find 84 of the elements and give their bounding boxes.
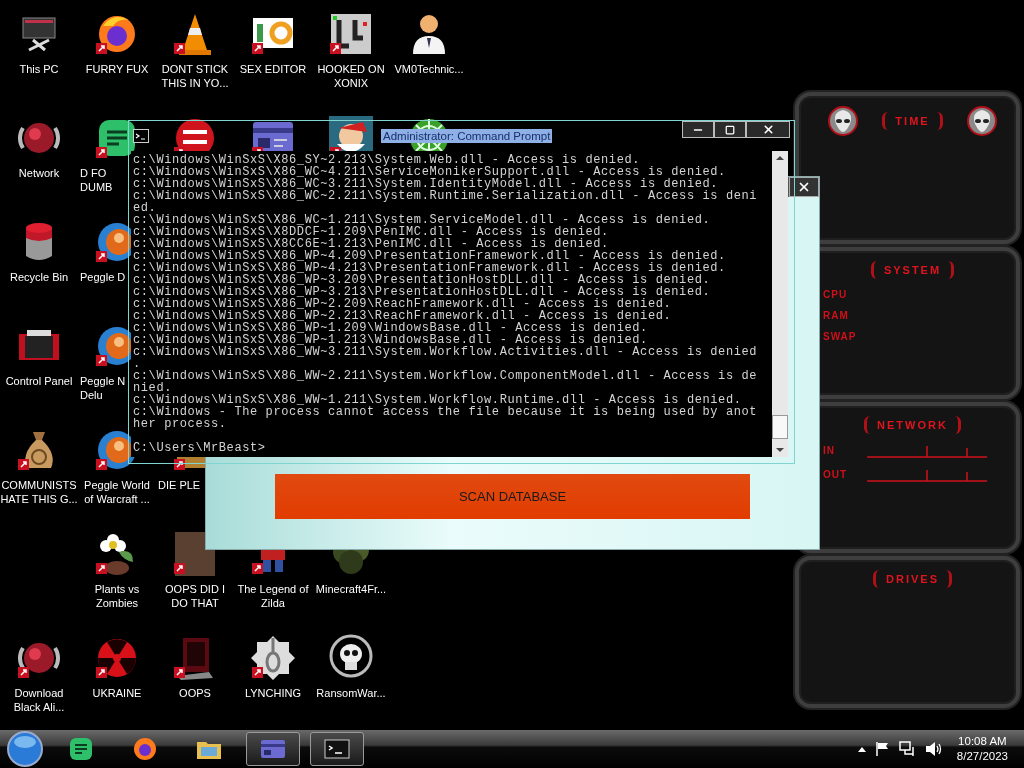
console-line: c:\Windows\WinSxS\X86_WP~2.209\ReachFramework.dll - Access is denied. — [133, 298, 673, 310]
console-line: c:\Windows\WinSxS\X8DDCF~1.209\PenIMC.dll - Access is denied. — [133, 226, 610, 238]
taskbar-button[interactable] — [310, 732, 364, 766]
console-line: c:\Windows\WinSxS\X86_SY~2.213\System.Web.dll - Access is denied. — [133, 154, 642, 166]
icon-label: Peggle D — [80, 270, 127, 284]
icon-label: Recycle Bin — [8, 270, 70, 284]
gadget-label: OUT — [823, 469, 849, 480]
alien-head-icon — [966, 106, 997, 136]
scan-button[interactable]: SCAN DATABASE — [275, 474, 750, 519]
console-line: c:\Windows\WinSxS\X86_WW~3.211\System.Workflow.Activities.dll - Access is denied — [133, 346, 759, 358]
close-button[interactable] — [789, 177, 819, 197]
browser-icon — [131, 735, 159, 763]
console-line: c:\Windows\WinSxS\X86_WC~2.211\System.Runtime.Serialization.dll - Access is deni — [133, 190, 759, 202]
console-prompt[interactable]: C:\Users\MrBeast> — [133, 442, 770, 454]
gadget-title: SYSTEM — [870, 260, 955, 279]
console-line: c:\Windows\WinSxS\X86_WP~4.209\PresentationFramework.dll - Access is denied. — [133, 250, 727, 262]
gadget-label: CPU — [823, 288, 849, 300]
console-line: c:\Windows\WinSxS\X86_WW~1.211\System.Workflow.Runtime.dll - Access is denied. — [133, 394, 742, 406]
icon-label: Download Black Ali... — [12, 686, 66, 714]
icon-label: UKRAINE — [91, 686, 143, 700]
network-icon[interactable] — [898, 741, 917, 757]
console-line: c:\Windows\WinSxS\X86_WP~1.209\WindowsBase.dll - Access is denied. — [133, 322, 649, 334]
console-line: c:\Windows\WinSxS\X86_WC~4.211\ServiceMonikerSupport.dll - Access is denied. — [133, 166, 727, 178]
icon-label: Peggle N Delu — [80, 374, 127, 402]
console-line: c:\Windows\WinSxS\X86_WC~1.211\System.ServiceModel.dll - Access is denied. — [133, 214, 712, 226]
alien-head-icon — [828, 106, 859, 136]
show-hidden-icons-icon[interactable] — [856, 745, 867, 753]
icon-label: VM0Technic... — [393, 62, 465, 76]
scrollbar[interactable] — [772, 151, 788, 457]
icon-label: This PC — [18, 62, 60, 76]
icon-label: SEX EDITOR — [238, 62, 308, 76]
console-line: c:\Windows\WinSxS\X86_WP~3.213\PresentationHostDLL.dll - Access is denied. — [133, 286, 712, 298]
icon-label: HOOKED ON XONIX — [316, 62, 386, 90]
icon-label: DONT STICK THIS IN YO... — [160, 62, 230, 90]
close-button[interactable] — [746, 121, 790, 138]
console-line: c:\Windows\WinSxS\X86_WP~3.209\PresentationHostDLL.dll - Access is denied. — [133, 274, 712, 286]
icon-label: RansomWar... — [315, 686, 387, 700]
maximize-button[interactable] — [714, 121, 746, 138]
icon-label: FURRY FUX — [84, 62, 150, 76]
console-line: c:\Windows\WinSxS\X86_WP~2.213\ReachFramework.dll - Access is denied. — [133, 310, 673, 322]
icon-label: Control Panel — [4, 374, 74, 388]
noose-icon[interactable] — [249, 634, 297, 682]
console-line: c:\Windows - The process cannot access the file because it is being used by anot — [133, 406, 759, 418]
icon-label: Network — [17, 166, 61, 180]
gadget-label: IN — [823, 445, 836, 456]
icon-label: Plants vs Zombies — [93, 582, 141, 610]
start-button[interactable] — [6, 730, 44, 768]
console-line: her process. — [133, 418, 228, 430]
icon-label: The Legend of Zilda — [236, 582, 310, 610]
console-line: ed. — [133, 202, 157, 214]
icon-label: COMMUNISTS HATE THIS G... — [0, 478, 78, 506]
icon-label: OOPS — [178, 686, 212, 700]
console-icon — [133, 129, 149, 143]
document-icon — [67, 735, 95, 763]
speaker-icon[interactable] — [924, 741, 943, 757]
console-line: . — [133, 358, 141, 370]
clock-date: 8/27/2023 — [956, 749, 1008, 764]
gadget-title: DRIVES — [873, 570, 952, 589]
gadget-title: TIME — [882, 112, 943, 130]
scroll-thumb[interactable] — [772, 415, 788, 439]
window-title: Administrator: Command Prompt — [381, 129, 553, 143]
clock-time: 10:08 AM — [958, 734, 1007, 749]
gadget-label: SWAP — [823, 330, 857, 342]
console-line: c:\Windows\WinSxS\X86_WW~2.211\System.Workflow.ComponentModel.dll - Access is de — [133, 370, 759, 382]
clock[interactable]: 10:08 AM 8/27/2023 — [950, 734, 1018, 764]
console-line: c:\Windows\WinSxS\X86_WP~4.213\PresentationFramework.dll - Access is denied. — [133, 262, 727, 274]
console-line: c:\Windows\WinSxS\X86_WC~3.211\System.IdentityModel.dll - Access is denied. — [133, 178, 720, 190]
icon-label: Minecraft4Fr... — [314, 582, 388, 596]
console-line: c:\Windows\WinSxS\X86_WP~1.213\WindowsBase.dll - Access is denied. — [133, 334, 648, 346]
flag-icon[interactable] — [874, 741, 891, 757]
icon-label: OOPS DID I DO THAT — [164, 582, 226, 610]
close-icon — [797, 180, 811, 194]
console-line: nied. — [133, 382, 172, 394]
minimize-button[interactable] — [682, 121, 714, 138]
icon-label: D FO DUMB — [80, 166, 114, 194]
icon-label: LYNCHING — [244, 686, 302, 700]
maximize-icon — [725, 124, 735, 135]
console-line: c:\Windows\WinSxS\X8CC6E~1.213\PenIMC.dll - Access is denied. — [133, 238, 609, 250]
taskbar-button[interactable] — [246, 732, 300, 766]
gadget-title: NETWORK — [864, 415, 961, 434]
icon-label: Peggle World of Warcraft ... — [83, 478, 151, 506]
icon-label: DIE PLE — [158, 478, 202, 492]
gadget-label: RAM — [823, 309, 850, 321]
close-icon — [761, 123, 775, 136]
